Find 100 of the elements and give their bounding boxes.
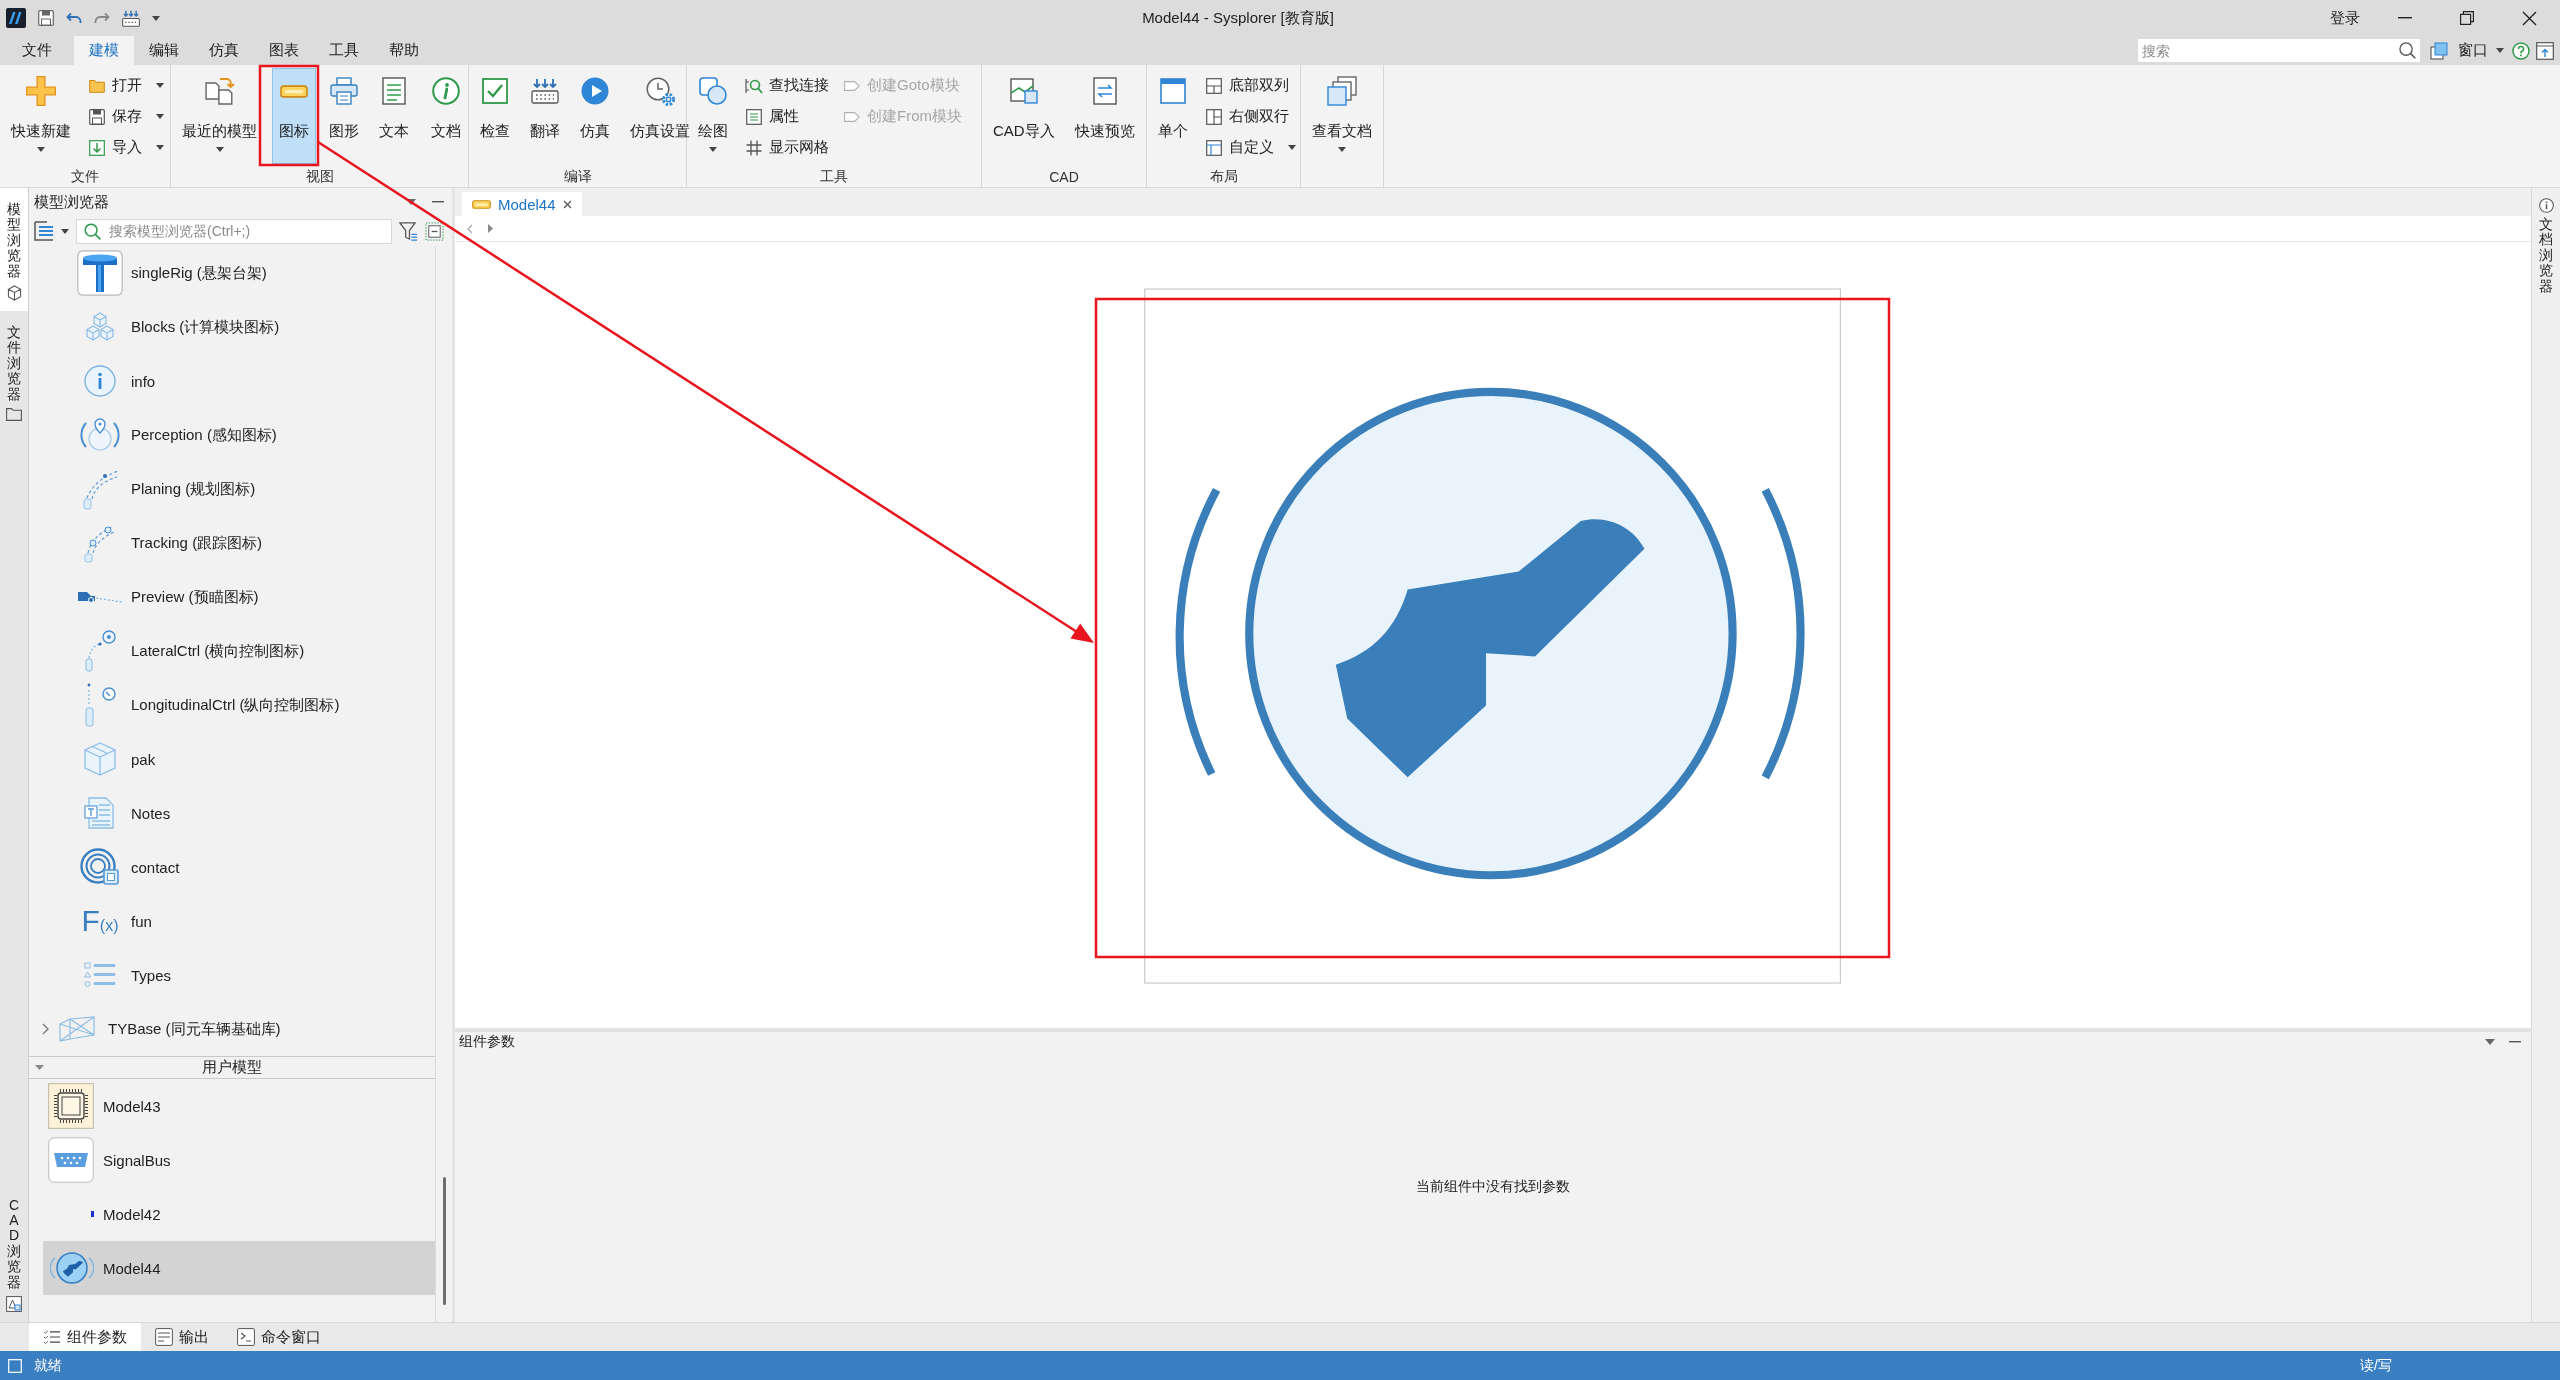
caret-icon[interactable] [152,15,160,21]
tree-item[interactable]: Perception (感知图标) [29,408,435,462]
filter-icon[interactable] [399,221,418,241]
play-icon [581,77,609,105]
tree-item[interactable]: Planing (规划图标) [29,462,435,516]
side-tab[interactable]: CAD 浏览器 [0,1183,28,1322]
ribbon-button[interactable]: 快速新建 [4,68,78,164]
ribbon-button[interactable]: 图形 [322,68,366,164]
wrench-emblem[interactable] [1175,387,1805,880]
scrollbar-thumb[interactable] [442,1177,446,1305]
info-icon [2538,198,2554,213]
side-tab[interactable]: 模型浏览器 [0,188,28,311]
caret-icon[interactable] [61,228,69,234]
ribbon-button[interactable]: 快速预览 [1067,68,1142,164]
empty-message: 当前组件中没有找到参数 [1416,1178,1570,1196]
ribbon-button[interactable]: 查看文档 [1305,68,1379,164]
tree-item[interactable]: LongitudinalCtrl (纵向控制图标) [29,678,435,732]
ribbon-button[interactable]: 显示网格 [741,132,833,163]
side-tab[interactable]: 文档浏览器 [2532,188,2560,294]
printer-icon [330,77,358,105]
help-icon[interactable] [2512,41,2530,60]
window-menu-button[interactable]: 窗口 [2454,36,2512,65]
tree-item[interactable]: Tracking (跟踪图标) [29,516,435,570]
menu-tab[interactable]: 文件 [0,36,74,65]
ribbon-button[interactable]: 最近的模型 [175,68,264,164]
tree-item[interactable]: info [29,354,435,408]
tag-icon [844,80,860,91]
list-view-icon[interactable] [34,221,54,241]
ribbon-button[interactable]: 翻译 [523,68,567,164]
ribbon-button[interactable]: 底部双列 [1201,70,1300,101]
dropdown-icon[interactable] [406,199,416,205]
ribbon-button[interactable]: 文档 [424,68,468,164]
panel-tab[interactable]: 组件参数 [29,1323,141,1351]
menu-tab[interactable]: 编辑 [134,36,194,65]
search-field[interactable]: 搜索模型浏览器(Ctrl+;) [76,218,392,244]
ribbon-button[interactable]: 属性 [741,101,833,132]
tree-item[interactable]: contact [29,840,435,894]
chevron-icon[interactable] [41,1023,49,1035]
dashed-path-icon [81,468,119,510]
panel-title: 组件参数 [459,1033,516,1051]
panel-tab[interactable]: 命令窗口 [223,1323,335,1351]
minimize-icon[interactable] [2509,1041,2521,1043]
logo-icon [6,8,26,28]
caret-icon [1288,145,1296,150]
arrows-box-icon [531,78,559,104]
chevron-left-icon[interactable] [467,223,473,234]
ribbon-button[interactable]: 保存 [84,101,168,132]
tree-item[interactable]: Model44 [43,1241,435,1295]
save-icon[interactable] [38,10,54,26]
login-link[interactable]: 登录 [2316,0,2374,36]
ribbon-button[interactable]: 单个 [1151,68,1195,164]
car-wheel-icon [83,630,117,672]
tree-item[interactable]: Types [29,948,435,1002]
dropdown-icon[interactable] [2485,1039,2495,1045]
tree-item[interactable]: singleRig (悬架台架) [29,246,435,300]
tree-item[interactable]: pak [29,732,435,786]
canvas[interactable] [455,242,2531,1028]
collapse-all-icon[interactable] [425,221,444,241]
close-icon[interactable] [562,199,572,209]
ribbon-button[interactable]: 查找连接 [741,70,833,101]
tree-item[interactable]: Notes [29,786,435,840]
search-field[interactable]: 搜索 [2138,39,2420,62]
section-header[interactable]: 用户模型 [29,1056,435,1079]
arrows-box-icon[interactable] [122,9,140,27]
ribbon-button[interactable]: 右侧双行 [1201,101,1300,132]
group-label: 文件 [71,167,99,186]
pin-icon [80,417,120,453]
triangle-icon[interactable] [488,224,493,233]
ribbon-button[interactable]: CAD导入 [986,68,1062,164]
menu-tab[interactable]: 建模 [74,36,134,65]
menu-tab[interactable]: 图表 [254,36,314,65]
ribbon-button[interactable]: 图标 [272,68,316,164]
tag-icon [844,111,860,122]
menu-tab[interactable]: 工具 [314,36,374,65]
menu-tab[interactable]: 仿真 [194,36,254,65]
ribbon-button[interactable]: 打开 [84,70,168,101]
tree-item[interactable]: Blocks (计算模块图标) [29,300,435,354]
tree-item[interactable]: TYBase (同元车辆基础库) [29,1002,435,1056]
minimize-icon[interactable] [432,201,444,203]
info-icon [84,365,116,397]
windows-icon[interactable] [2430,41,2448,60]
ribbon-button[interactable]: 仿真 [573,68,617,164]
redo-icon[interactable] [94,12,110,24]
side-tab[interactable]: 文件浏览器 [0,310,28,431]
search-icon [2399,42,2416,59]
ribbon-button[interactable]: 导入 [84,132,168,163]
ribbon-button[interactable]: 文本 [372,68,416,164]
menu-tab[interactable]: 帮助 [374,36,434,65]
tree-item[interactable]: Model42 [43,1187,435,1241]
wrench-emblem-icon [50,1249,94,1287]
tree-item[interactable]: SignalBus [43,1133,435,1187]
tree-item[interactable]: LateralCtrl (横向控制图标) [29,624,435,678]
panel-tab[interactable]: 输出 [141,1323,223,1351]
tree-item[interactable]: Model43 [43,1079,435,1133]
ribbon-button[interactable]: 检查 [473,68,517,164]
document-tab[interactable]: Model44 [462,192,582,216]
caret-icon [156,83,164,88]
tree-item[interactable]: Preview (预瞄图标) [29,570,435,624]
undo-icon[interactable] [66,12,82,24]
ribbon-button[interactable]: 自定义 [1201,132,1300,163]
